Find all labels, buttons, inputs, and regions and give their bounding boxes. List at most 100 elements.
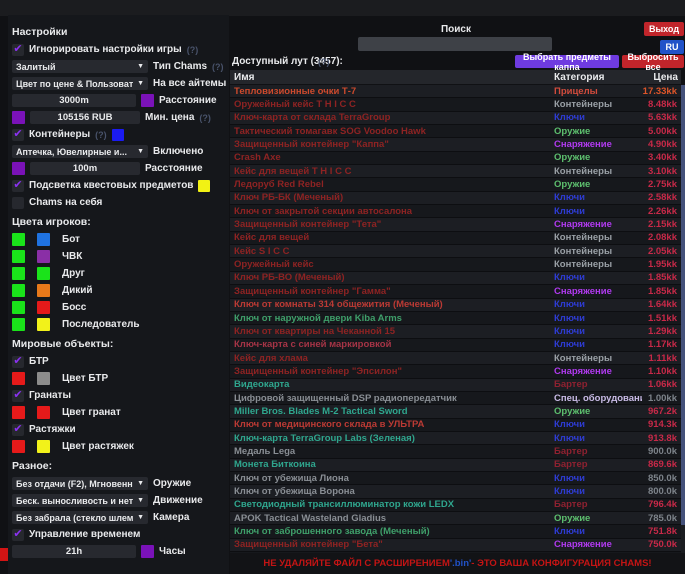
table-row[interactable]: Кейс для вещейКонтейнеры2.08kk [230, 232, 681, 245]
select-kappa-items-button[interactable]: Выбрать предметы каппа [515, 55, 619, 68]
checkbox-chams-на-себя[interactable] [12, 197, 24, 209]
table-row[interactable]: Защищенный контейнер "Эпсилон"Снаряжение… [230, 365, 681, 378]
table-row[interactable]: Ледоруб Red RebelОружие2.75kk [230, 178, 681, 191]
color-swatch-secondary[interactable] [37, 406, 50, 419]
column-header-price[interactable]: Цена [642, 72, 678, 83]
dropdown-движение[interactable]: Беск. выносливость и нет уста:▼ [12, 494, 148, 507]
color-swatch-secondary[interactable] [37, 440, 50, 453]
table-row[interactable]: Оружейный кейсКонтейнеры1.95kk [230, 258, 681, 271]
table-row[interactable]: Кейс для вещей T H I C CКонтейнеры3.10kk [230, 165, 681, 178]
table-row[interactable]: ВидеокартаБартер1.06kk [230, 379, 681, 392]
color-swatch-secondary[interactable] [37, 372, 50, 385]
loot-item-name: Защищенный контейнер "Тета" [230, 219, 554, 230]
checkbox-игнорировать-настройки-игры[interactable]: ✔ [12, 44, 24, 56]
table-row[interactable]: Защищенный контейнер "Бета"Снаряжение750… [230, 539, 681, 552]
color-swatch-primary[interactable] [12, 267, 25, 280]
table-row[interactable]: Защищенный контейнер "Каппа"Снаряжение4.… [230, 138, 681, 151]
setting-label: Босс [62, 302, 86, 313]
loot-item-category: Контейнеры [554, 246, 642, 257]
color-swatch-secondary[interactable] [37, 267, 50, 280]
setting-row-тип-chams: Залитый▼Тип Chams(?) [12, 60, 225, 73]
text-input-расстояние[interactable]: 100m [30, 162, 140, 175]
setting-label: Движение [153, 495, 203, 506]
loot-item-price: 1.10kk [642, 366, 677, 377]
checkbox-бтр[interactable]: ✔ [12, 356, 24, 368]
column-header-name[interactable]: Имя [230, 72, 554, 83]
color-swatch-secondary[interactable] [37, 284, 50, 297]
text-input-часы[interactable]: 21h [12, 545, 136, 558]
table-row[interactable]: Ключ от закрытой секции автосалонаКлючи2… [230, 205, 681, 218]
loot-item-category: Снаряжение [554, 286, 642, 297]
table-row[interactable]: Miller Bros. Blades M-2 Tactical SwordОр… [230, 405, 681, 418]
checkbox-контейнеры[interactable]: ✔ [12, 129, 24, 141]
color-swatch-primary[interactable] [12, 406, 25, 419]
color-swatch[interactable] [198, 180, 210, 192]
color-swatch[interactable] [141, 94, 154, 107]
table-row[interactable]: Монета БиткоинаБартер869.6k [230, 459, 681, 472]
dropdown-оружие[interactable]: Без отдачи (F2), Мгновенное п▼ [12, 477, 148, 490]
drop-all-button[interactable]: Выбросить все [622, 55, 684, 68]
table-row[interactable]: Ключ от заброшенного завода (Меченый)Клю… [230, 525, 681, 538]
column-header-category[interactable]: Категория [554, 72, 642, 83]
table-row[interactable]: Ключ-карта TerraGroup Labs (Зеленая)Ключ… [230, 432, 681, 445]
table-row[interactable]: Защищенный контейнер "Тета"Снаряжение2.1… [230, 218, 681, 231]
loot-item-category: Оружие [554, 513, 642, 524]
color-swatch-primary[interactable] [12, 301, 25, 314]
loot-item-price: 3.10kk [642, 166, 677, 177]
table-row[interactable]: APOK Tactical Wasteland GladiusОружие785… [230, 512, 681, 525]
color-swatch-primary[interactable] [12, 440, 25, 453]
color-swatch-secondary[interactable] [37, 233, 50, 246]
loot-item-category: Контейнеры [554, 232, 642, 243]
color-swatch[interactable] [12, 111, 25, 124]
dropdown-камера[interactable]: Без забрала (стекло шлема)▼ [12, 511, 148, 524]
table-row[interactable]: Ключ-карта с синей маркировкойКлючи1.17k… [230, 339, 681, 352]
table-row[interactable]: Ключ от квартиры на Чеканной 15Ключи1.29… [230, 325, 681, 338]
setting-label: ЧВК [62, 251, 82, 262]
table-row[interactable]: Оружейный кейс T H I C CКонтейнеры8.48kk [230, 98, 681, 111]
color-swatch-primary[interactable] [12, 372, 25, 385]
table-row[interactable]: Тепловизионные очки Т-7Прицелы17.33kk [230, 85, 681, 98]
dropdown-включено[interactable]: Аптечка, Ювелирные и...▼ [12, 145, 148, 158]
table-row[interactable]: Кейс для хламаКонтейнеры1.11kk [230, 352, 681, 365]
table-row[interactable]: Ключ-карта от склада TerraGroupКлючи5.63… [230, 112, 681, 125]
search-input[interactable] [358, 37, 552, 51]
dropdown-тип-chams[interactable]: Залитый▼ [12, 60, 148, 73]
dropdown-value: Без отдачи (F2), Мгновенное п [16, 479, 133, 489]
table-row[interactable]: Тактический томагавк SOG Voodoo HawkОруж… [230, 125, 681, 138]
checkbox-подсветка-квестовых-предметов[interactable]: ✔ [12, 180, 24, 192]
color-swatch-secondary[interactable] [37, 301, 50, 314]
color-swatch-secondary[interactable] [37, 250, 50, 263]
exit-button[interactable]: Выход [644, 22, 684, 36]
color-swatch-primary[interactable] [12, 284, 25, 297]
loot-item-category: Бартер [554, 379, 642, 390]
color-swatch[interactable] [112, 129, 124, 141]
color-swatch-primary[interactable] [12, 233, 25, 246]
table-scrollbar[interactable] [681, 85, 685, 553]
dropdown-на-все-айтемы[interactable]: Цвет по цене & Пользователь▼ [12, 77, 148, 90]
color-swatch-primary[interactable] [12, 250, 25, 263]
table-row[interactable]: Ключ от убежища ВоронаКлючи800.0k [230, 485, 681, 498]
checkbox-растяжки[interactable]: ✔ [12, 424, 24, 436]
text-input-расстояние[interactable]: 3000m [12, 94, 136, 107]
table-row[interactable]: Защищенный контейнер "Гамма"Снаряжение1.… [230, 285, 681, 298]
color-swatch[interactable] [12, 162, 25, 175]
table-row[interactable]: Кейс S I C CКонтейнеры2.05kk [230, 245, 681, 258]
color-swatch-secondary[interactable] [37, 318, 50, 331]
checkbox-гранаты[interactable]: ✔ [12, 390, 24, 402]
table-row[interactable]: Ключ РБ-ВО (Меченый)Ключи1.85kk [230, 272, 681, 285]
table-row[interactable]: Ключ РБ-БК (Меченый)Ключи2.58kk [230, 192, 681, 205]
loot-item-name: Ключ от комнаты 314 общежития (Меченый) [230, 299, 554, 310]
table-row[interactable]: Crash AxeОружие3.40kk [230, 152, 681, 165]
table-row[interactable]: Светодиодный трансиллюминатор кожи LEDXБ… [230, 499, 681, 512]
table-row[interactable]: Цифровой защищенный DSP радиопередатчикС… [230, 392, 681, 405]
scrollbar-thumb[interactable] [681, 85, 685, 525]
checkbox-управление-временем[interactable]: ✔ [12, 529, 24, 541]
table-row[interactable]: Медаль LegaБартер900.0k [230, 445, 681, 458]
table-row[interactable]: Ключ от убежища ЛионаКлючи850.0k [230, 472, 681, 485]
color-swatch[interactable] [141, 545, 154, 558]
table-row[interactable]: Ключ от комнаты 314 общежития (Меченый)К… [230, 299, 681, 312]
color-swatch-primary[interactable] [12, 318, 25, 331]
text-input-мин-цена[interactable]: 105156 RUB [30, 111, 140, 124]
table-row[interactable]: Ключ от медицинского склада в УЛЬТРАКлюч… [230, 419, 681, 432]
table-row[interactable]: Ключ от наружной двери Kiba ArmsКлючи1.5… [230, 312, 681, 325]
